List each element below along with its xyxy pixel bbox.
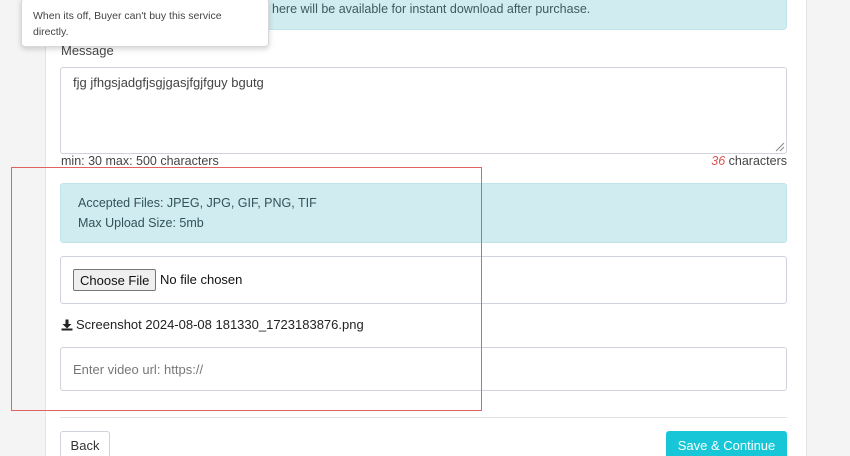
download-icon	[61, 319, 73, 330]
file-status-text: No file chosen	[160, 272, 243, 287]
choose-file-button[interactable]: Choose File	[73, 269, 157, 291]
save-continue-button[interactable]: Save & Continue	[666, 431, 787, 456]
footer-divider	[60, 417, 787, 418]
resize-handle-icon[interactable]	[774, 141, 785, 152]
accepted-files-text: Accepted Files: JPEG, JPG, GIF, PNG, TIF	[78, 196, 317, 210]
message-textarea[interactable]: fjg jfhgsjadgfjsgjgasjfgjfguy bgutg	[60, 67, 787, 154]
video-url-input[interactable]	[60, 347, 787, 391]
back-button[interactable]: Back	[60, 431, 110, 456]
uploaded-file-name: Screenshot 2024-08-08 181330_1723183876.…	[76, 317, 364, 332]
character-count-value: 36	[711, 154, 726, 168]
upload-info-box: Accepted Files: JPEG, JPG, GIF, PNG, TIF…	[60, 183, 787, 243]
character-count-suffix: characters	[728, 154, 787, 168]
message-label: Message	[61, 43, 114, 58]
message-limits: min: 30 max: 500 characters	[61, 154, 219, 168]
uploaded-file-link[interactable]: Screenshot 2024-08-08 181330_1723183876.…	[61, 317, 364, 332]
instant-buy-tooltip: When its off, Buyer can't buy this servi…	[21, 0, 269, 47]
character-counter: 36 characters	[711, 154, 787, 168]
file-upload-field: Choose File No file chosen	[60, 256, 787, 304]
max-upload-size-text: Max Upload Size: 5mb	[78, 216, 204, 230]
